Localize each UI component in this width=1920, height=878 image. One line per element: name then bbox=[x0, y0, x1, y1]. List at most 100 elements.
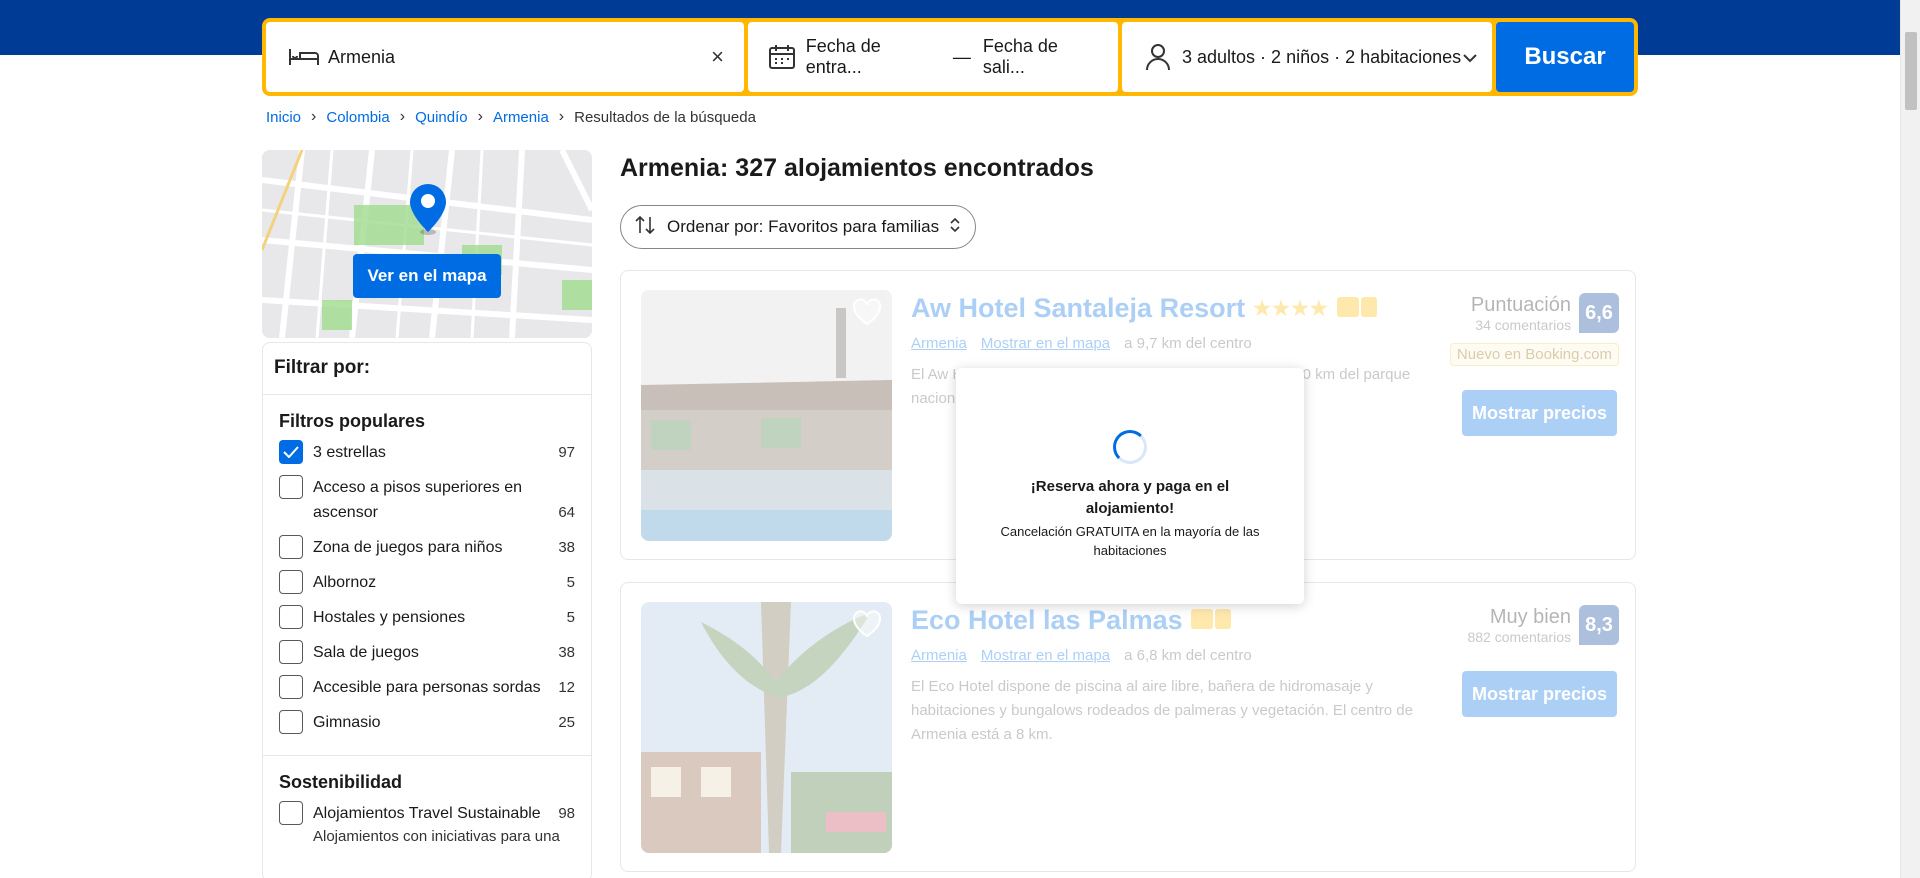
filter-count: 38 bbox=[558, 644, 575, 661]
new-badge: Nuevo en Booking.com bbox=[1449, 343, 1619, 366]
checkbox[interactable] bbox=[279, 535, 303, 559]
date-separator: — bbox=[952, 46, 971, 67]
property-image[interactable] bbox=[641, 602, 892, 853]
loading-spinner-icon bbox=[1113, 430, 1147, 464]
checkin-value[interactable]: Fecha de entra... bbox=[806, 36, 941, 78]
breadcrumb-inicio[interactable]: Inicio bbox=[266, 109, 301, 126]
view-map-button[interactable]: Ver en el mapa bbox=[353, 254, 501, 298]
filter-label: Zona de juegos para niños bbox=[313, 539, 503, 556]
star-rating: ★★★★ bbox=[1253, 298, 1329, 320]
filters-panel: Filtrar por: Filtros populares 3 estrell… bbox=[262, 342, 592, 878]
filter-item[interactable]: 3 estrellas 97 bbox=[279, 440, 575, 465]
filter-label: Gimnasio bbox=[313, 714, 381, 731]
sort-label: Ordenar por: Favoritos para familias bbox=[667, 217, 940, 236]
review-count: 34 comentarios bbox=[1475, 316, 1571, 333]
dates-field[interactable]: Fecha de entra... — Fecha de sali... bbox=[748, 22, 1118, 92]
map-preview[interactable]: Ver en el mapa bbox=[262, 150, 592, 338]
property-title[interactable]: Eco Hotel las Palmas bbox=[911, 605, 1183, 636]
filter-item[interactable]: Albornoz 5 bbox=[279, 570, 575, 595]
filter-count: 5 bbox=[566, 609, 575, 626]
scrollbar[interactable] bbox=[1900, 0, 1920, 878]
filter-item[interactable]: Zona de juegos para niños 38 bbox=[279, 535, 575, 560]
filter-item[interactable]: Hostales y pensiones 5 bbox=[279, 605, 575, 630]
property-card[interactable]: Eco Hotel las Palmas Armenia Mostrar en … bbox=[620, 582, 1636, 872]
filter-label: Albornoz bbox=[313, 574, 377, 591]
overlay-title: ¡Reserva ahora y paga en el alojamiento! bbox=[1030, 478, 1230, 517]
overlay-subtitle: Cancelación GRATUITA en la mayoría de la… bbox=[1000, 524, 1260, 558]
breadcrumb-armenia[interactable]: Armenia bbox=[493, 109, 549, 126]
map-pin-icon bbox=[410, 184, 446, 235]
checkbox[interactable] bbox=[279, 675, 303, 699]
filter-count: 97 bbox=[558, 444, 575, 461]
checkbox[interactable] bbox=[279, 605, 303, 629]
checkbox[interactable] bbox=[279, 801, 303, 825]
filter-label: Alojamientos Travel Sustainable bbox=[313, 805, 541, 822]
show-prices-button[interactable]: Mostrar precios bbox=[1462, 390, 1617, 436]
distance-text: a 9,7 km del centro bbox=[1124, 335, 1252, 352]
popular-filters-title: Filtros populares bbox=[279, 411, 426, 431]
person-icon bbox=[1142, 43, 1174, 71]
filters-title: Filtrar por: bbox=[263, 343, 591, 395]
bed-icon bbox=[288, 43, 320, 71]
review-count: 882 comentarios bbox=[1467, 628, 1571, 645]
filter-item[interactable]: Gimnasio 25 bbox=[279, 710, 575, 735]
guests-value[interactable]: 3 adultos · 2 niños · 2 habitaciones bbox=[1182, 47, 1462, 68]
destination-value[interactable]: Armenia bbox=[328, 47, 703, 68]
chevron-right-icon: › bbox=[477, 108, 483, 125]
filter-count: 25 bbox=[558, 714, 575, 731]
sort-dropdown[interactable]: Ordenar por: Favoritos para familias bbox=[620, 205, 977, 249]
property-city-link[interactable]: Armenia bbox=[911, 335, 967, 352]
guests-field[interactable]: 3 adultos · 2 niños · 2 habitaciones bbox=[1122, 22, 1492, 92]
destination-field[interactable]: Armenia × bbox=[266, 22, 744, 92]
chevron-down-icon bbox=[1462, 47, 1478, 68]
filter-label: Sala de juegos bbox=[313, 644, 419, 661]
sort-arrows-icon bbox=[635, 215, 657, 239]
sort-toggle-icon bbox=[949, 217, 961, 238]
popular-filters-group: Filtros populares 3 estrellas 97 Acceso … bbox=[263, 395, 591, 756]
heart-icon[interactable] bbox=[852, 610, 882, 643]
property-image[interactable] bbox=[641, 290, 892, 541]
distance-text: a 6,8 km del centro bbox=[1124, 647, 1252, 664]
preferred-badge-icon bbox=[1190, 605, 1233, 636]
clear-icon[interactable]: × bbox=[711, 44, 724, 70]
checkbox[interactable] bbox=[279, 640, 303, 664]
filter-item[interactable]: Alojamientos Travel Sustainable 98 Aloja… bbox=[279, 801, 575, 848]
show-on-map-link[interactable]: Mostrar en el mapa bbox=[981, 335, 1110, 352]
property-title[interactable]: Aw Hotel Santaleja Resort bbox=[911, 293, 1245, 324]
filter-count: 38 bbox=[558, 539, 575, 556]
show-prices-button[interactable]: Mostrar precios bbox=[1462, 671, 1617, 717]
filter-item[interactable]: Sala de juegos 38 bbox=[279, 640, 575, 665]
checkbox[interactable] bbox=[279, 710, 303, 734]
chevron-right-icon: › bbox=[399, 108, 406, 125]
results-header: Armenia: 327 alojamientos encontrados Or… bbox=[620, 150, 1636, 249]
score-label: Muy bien bbox=[1489, 605, 1571, 628]
checkout-value[interactable]: Fecha de sali... bbox=[983, 36, 1104, 78]
property-city-link[interactable]: Armenia bbox=[911, 647, 967, 664]
filter-label: Accesible para personas sordas bbox=[313, 679, 541, 696]
filter-label: Acceso a pisos superiores en ascensor bbox=[313, 479, 522, 521]
review-score: 8,3 bbox=[1579, 605, 1619, 645]
sustainability-group: Sostenibilidad Alojamientos Travel Susta… bbox=[263, 756, 591, 858]
heart-icon[interactable] bbox=[852, 298, 882, 331]
filter-count: 5 bbox=[566, 574, 575, 591]
checkbox[interactable] bbox=[279, 440, 303, 464]
checkbox[interactable] bbox=[279, 570, 303, 594]
chevron-right-icon: › bbox=[311, 108, 317, 125]
scrollbar-thumb[interactable] bbox=[1905, 32, 1917, 110]
breadcrumb: Inicio › Colombia › Quindío › Armenia › … bbox=[266, 108, 756, 126]
filter-count: 12 bbox=[558, 679, 575, 696]
search-button[interactable]: Buscar bbox=[1496, 22, 1634, 92]
filter-label: 3 estrellas bbox=[313, 444, 386, 461]
show-on-map-link[interactable]: Mostrar en el mapa bbox=[981, 647, 1110, 664]
check-icon bbox=[283, 446, 299, 458]
breadcrumb-quindio[interactable]: Quindío bbox=[415, 109, 468, 126]
checkbox[interactable] bbox=[279, 475, 303, 499]
results-title: Armenia: 327 alojamientos encontrados bbox=[620, 154, 1094, 182]
filter-item[interactable]: Acceso a pisos superiores en ascensor 64 bbox=[279, 475, 575, 525]
filter-count: 64 bbox=[558, 504, 575, 521]
breadcrumb-current: Resultados de la búsqueda bbox=[574, 108, 756, 126]
breadcrumb-colombia[interactable]: Colombia bbox=[326, 109, 389, 126]
loading-overlay: ¡Reserva ahora y paga en el alojamiento!… bbox=[956, 368, 1304, 604]
filter-item[interactable]: Accesible para personas sordas 12 bbox=[279, 675, 575, 700]
score-label: Puntuación bbox=[1470, 293, 1571, 316]
